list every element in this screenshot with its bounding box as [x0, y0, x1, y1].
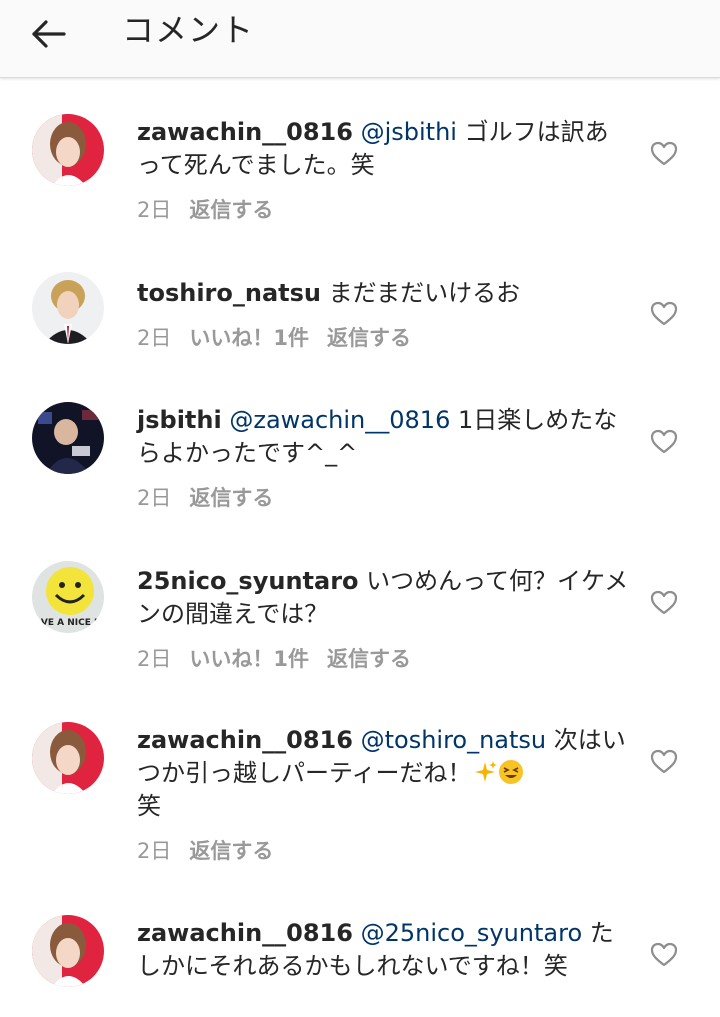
- comment-username[interactable]: 25nico_syuntaro: [137, 567, 359, 595]
- back-arrow-icon: [32, 20, 66, 48]
- like-heart-icon[interactable]: [650, 428, 678, 456]
- comment-meta: 2日 返信する: [137, 484, 632, 512]
- reply-button[interactable]: 返信する: [189, 837, 273, 865]
- comment-meta: 2日 返信する: [137, 196, 632, 224]
- avatar[interactable]: [32, 272, 104, 344]
- comment-text: toshiro_natsu まだまだいけるお: [137, 277, 632, 310]
- squinting-face-emoji-icon: [498, 760, 523, 784]
- comment-time: 2日: [137, 198, 172, 222]
- comment-mention[interactable]: @zawachin__0816: [229, 406, 450, 434]
- avatar[interactable]: [32, 114, 104, 186]
- comment-text: zawachin__0816 @toshiro_natsu 次はいつか引っ越しパ…: [137, 724, 632, 823]
- avatar[interactable]: [32, 402, 104, 474]
- comment-body: zawachin__0816 @toshiro_natsu 次はいつか引っ越しパ…: [137, 724, 632, 865]
- comment-mention[interactable]: @toshiro_natsu: [361, 726, 547, 754]
- comment-content: まだまだいけるお: [321, 279, 521, 307]
- like-heart-icon[interactable]: [650, 941, 678, 969]
- reply-button[interactable]: 返信する: [189, 484, 273, 512]
- avatar[interactable]: [32, 722, 104, 794]
- sparkles-emoji-icon: [474, 761, 497, 782]
- comment-mention[interactable]: @25nico_syuntaro: [361, 919, 583, 947]
- like-heart-icon[interactable]: [650, 748, 678, 776]
- reply-button[interactable]: 返信する: [327, 324, 411, 352]
- comment-meta: 2日 返信する: [137, 837, 632, 865]
- comment-time: 2日: [137, 839, 172, 863]
- comment-meta: 2日 いいね！1件 返信する: [137, 645, 632, 673]
- comment-content-end: 笑: [137, 792, 161, 820]
- comment-text: 25nico_syuntaro いつめんって何？イケメンの間違えでは？: [137, 565, 632, 631]
- comment-username[interactable]: jsbithi: [137, 406, 222, 434]
- comment-username[interactable]: zawachin__0816: [137, 919, 353, 947]
- top-app-bar: コメント: [0, 0, 720, 78]
- page-title: コメント: [122, 11, 255, 49]
- comment-text: zawachin__0816 @25nico_syuntaro たしかにそれある…: [137, 917, 632, 983]
- comment-body: jsbithi @zawachin__0816 1日楽しめたならよかったです^_…: [137, 404, 632, 512]
- comment-body: zawachin__0816 @25nico_syuntaro たしかにそれある…: [137, 917, 632, 983]
- like-heart-icon[interactable]: [650, 300, 678, 328]
- comment-body: zawachin__0816 @jsbithi ゴルフは訳あって死んでました。笑…: [137, 116, 632, 224]
- back-button[interactable]: [26, 12, 70, 56]
- avatar[interactable]: [32, 915, 104, 987]
- reply-button[interactable]: 返信する: [327, 645, 411, 673]
- avatar[interactable]: AVE A NICE D: [32, 561, 104, 633]
- likes-count-link[interactable]: いいね！1件: [189, 645, 309, 673]
- comment-mention[interactable]: @jsbithi: [361, 118, 457, 146]
- comment-meta: 2日 いいね！1件 返信する: [137, 324, 632, 352]
- comment-time: 2日: [137, 647, 172, 671]
- comment-username[interactable]: zawachin__0816: [137, 118, 353, 146]
- comment-time: 2日: [137, 486, 172, 510]
- avatar-slogan-text: AVE A NICE D: [35, 618, 102, 628]
- like-heart-icon[interactable]: [650, 140, 678, 168]
- comment-username[interactable]: toshiro_natsu: [137, 279, 321, 307]
- comment-text: jsbithi @zawachin__0816 1日楽しめたならよかったです^_…: [137, 404, 632, 470]
- comment-body: toshiro_natsu まだまだいけるお 2日 いいね！1件 返信する: [137, 277, 632, 352]
- comment-time: 2日: [137, 326, 172, 350]
- comment-body: 25nico_syuntaro いつめんって何？イケメンの間違えでは？ 2日 いい…: [137, 565, 632, 673]
- reply-button[interactable]: 返信する: [189, 196, 273, 224]
- likes-count-link[interactable]: いいね！1件: [189, 324, 309, 352]
- comment-username[interactable]: zawachin__0816: [137, 726, 353, 754]
- like-heart-icon[interactable]: [650, 589, 678, 617]
- comment-text: zawachin__0816 @jsbithi ゴルフは訳あって死んでました。笑: [137, 116, 632, 182]
